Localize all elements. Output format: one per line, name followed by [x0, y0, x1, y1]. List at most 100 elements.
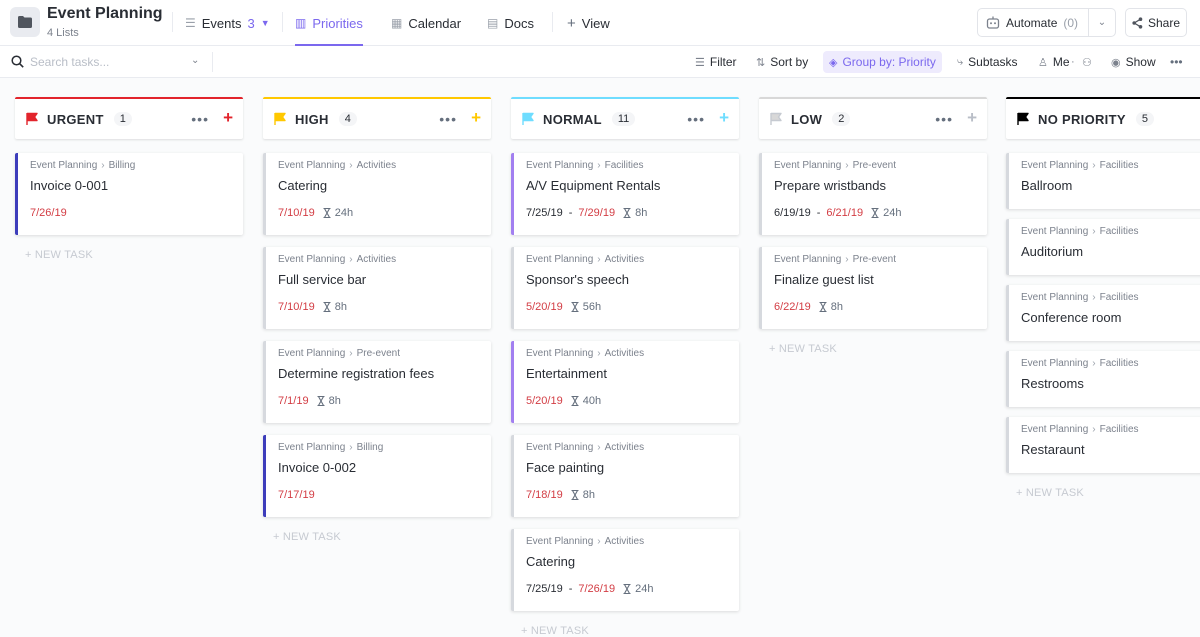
task-title[interactable]: Conference room	[1021, 310, 1121, 325]
chevron-right-icon: ›	[1092, 226, 1096, 237]
search-input[interactable]	[30, 53, 190, 71]
board-column-urgent: URGENT 1 ••• + Event Planning › Billing Invoice…	[15, 97, 243, 261]
task-start-date[interactable]: 7/25/19	[526, 207, 563, 219]
space-title[interactable]: Event Planning	[47, 5, 163, 23]
new-task-button[interactable]: + NEW TASK	[769, 343, 837, 355]
board-column-normal: NORMAL 11 ••• + Event Planning › Facilities A/V…	[511, 97, 739, 637]
subtasks-button[interactable]: ⤷ Subtasks	[957, 51, 1018, 73]
add-view-button[interactable]: + View	[567, 0, 610, 46]
new-task-button[interactable]: + NEW TASK	[25, 249, 93, 261]
task-title[interactable]: Ballroom	[1021, 178, 1072, 193]
more-options-icon[interactable]: •••	[687, 111, 705, 127]
task-title[interactable]: Face painting	[526, 460, 604, 475]
task-title[interactable]: Catering	[526, 554, 575, 569]
column-header: HIGH 4 ••• +	[263, 97, 491, 139]
add-task-icon[interactable]: +	[719, 108, 729, 128]
task-due-date[interactable]: 5/20/19	[526, 301, 563, 313]
new-task-button[interactable]: + NEW TASK	[1016, 487, 1084, 499]
task-card[interactable]: Event Planning › Facilities Auditorium	[1006, 219, 1200, 275]
task-start-date[interactable]: 6/19/19	[774, 207, 811, 219]
chevron-down-icon[interactable]: ▼	[261, 18, 270, 28]
task-list-name: Event Planning	[278, 160, 346, 171]
add-task-icon[interactable]: +	[967, 108, 977, 128]
task-list-name: Event Planning	[1021, 292, 1089, 303]
task-card[interactable]: Event Planning › Activities Catering 7/10/19…	[263, 153, 491, 235]
task-card[interactable]: Event Planning › Facilities Conference room	[1006, 285, 1200, 341]
filter-button[interactable]: ☰ Filter	[695, 51, 737, 73]
task-card[interactable]: Event Planning › Facilities Restrooms	[1006, 351, 1200, 407]
new-task-button[interactable]: + NEW TASK	[521, 625, 589, 637]
tab-events[interactable]: ☰ Events 3 ▼	[185, 0, 270, 46]
task-due-date[interactable]: 5/20/19	[526, 395, 563, 407]
more-options-icon[interactable]: •••	[439, 111, 457, 127]
task-card[interactable]: Event Planning › Activities Sponsor's speec…	[511, 247, 739, 329]
folder-icon[interactable]	[10, 7, 40, 37]
task-folder-name: Billing	[108, 160, 136, 171]
task-card[interactable]: Event Planning › Facilities A/V Equipment R…	[511, 153, 739, 235]
more-options-icon[interactable]: •••	[935, 111, 953, 127]
task-title[interactable]: Sponsor's speech	[526, 272, 629, 287]
task-title[interactable]: Auditorium	[1021, 244, 1083, 259]
task-meta: 5/20/19 40h	[526, 395, 601, 407]
task-breadcrumb: Event Planning › Pre-event	[774, 160, 896, 171]
more-options-button[interactable]: •••	[1170, 51, 1183, 73]
tab-calendar[interactable]: ▦ Calendar	[391, 0, 461, 46]
add-task-icon[interactable]: +	[223, 108, 233, 128]
task-card[interactable]: Event Planning › Pre-event Determine regist…	[263, 341, 491, 423]
task-due-date[interactable]: 6/22/19	[774, 301, 811, 313]
chevron-down-icon[interactable]: ⌄	[191, 55, 199, 66]
sort-button[interactable]: ⇅ Sort by	[756, 51, 808, 73]
task-title[interactable]: Invoice 0-002	[278, 460, 356, 475]
task-due-date[interactable]: 7/29/19	[578, 207, 615, 219]
task-title[interactable]: Prepare wristbands	[774, 178, 886, 193]
task-title[interactable]: Invoice 0-001	[30, 178, 108, 193]
task-card[interactable]: Event Planning › Facilities Restaraunt	[1006, 417, 1200, 473]
task-card[interactable]: Event Planning › Billing Invoice 0-002 7/17/…	[263, 435, 491, 517]
task-breadcrumb: Event Planning › Pre-event	[774, 254, 896, 265]
task-title[interactable]: Restaraunt	[1021, 442, 1085, 457]
more-options-icon[interactable]: •••	[191, 111, 209, 127]
board-icon: ▥	[295, 16, 307, 30]
group-by-button[interactable]: ◈ Group by: Priority	[823, 51, 942, 73]
task-list-name: Event Planning	[278, 254, 346, 265]
task-due-date[interactable]: 7/17/19	[278, 489, 315, 501]
task-title[interactable]: A/V Equipment Rentals	[526, 178, 660, 193]
task-due-date[interactable]: 7/18/19	[526, 489, 563, 501]
task-due-date[interactable]: 7/10/19	[278, 301, 315, 313]
task-card[interactable]: Event Planning › Activities Face painting 7/…	[511, 435, 739, 517]
chevron-right-icon: ›	[597, 160, 601, 171]
task-card[interactable]: Event Planning › Pre-event Prepare wristban…	[759, 153, 987, 235]
tab-docs[interactable]: ▤ Docs	[487, 0, 534, 46]
add-task-icon[interactable]: +	[471, 108, 481, 128]
me-filter-button[interactable]: ♙ Me	[1038, 51, 1070, 73]
automate-button[interactable]: Automate (0) ⌄	[977, 8, 1116, 37]
task-due-date[interactable]: 6/21/19	[826, 207, 863, 219]
task-due-date[interactable]: 7/1/19	[278, 395, 309, 407]
task-title[interactable]: Catering	[278, 178, 327, 193]
task-breadcrumb: Event Planning › Activities	[526, 536, 644, 547]
hourglass-icon	[871, 208, 879, 218]
tab-priorities[interactable]: ▥ Priorities	[295, 0, 363, 46]
task-title[interactable]: Determine registration fees	[278, 366, 434, 381]
task-card[interactable]: Event Planning › Activities Catering 7/25/19…	[511, 529, 739, 611]
task-title[interactable]: Restrooms	[1021, 376, 1084, 391]
share-button[interactable]: Share	[1125, 8, 1187, 37]
task-title[interactable]: Finalize guest list	[774, 272, 874, 287]
task-start-date[interactable]: 7/25/19	[526, 583, 563, 595]
task-card[interactable]: Event Planning › Activities Entertainment 5/…	[511, 341, 739, 423]
task-title[interactable]: Full service bar	[278, 272, 366, 287]
chevron-down-icon[interactable]: ⌄	[1089, 17, 1115, 28]
task-due-date[interactable]: 7/26/19	[30, 207, 67, 219]
show-button[interactable]: ◉ Show	[1111, 51, 1156, 73]
task-folder-name: Activities	[604, 536, 645, 547]
task-card[interactable]: Event Planning › Facilities Ballroom	[1006, 153, 1200, 209]
task-due-date[interactable]: 7/10/19	[278, 207, 315, 219]
task-card[interactable]: Event Planning › Pre-event Finalize guest l…	[759, 247, 987, 329]
task-due-date[interactable]: 7/26/19	[578, 583, 615, 595]
new-task-button[interactable]: + NEW TASK	[273, 531, 341, 543]
automate-count: (0)	[1063, 15, 1079, 30]
task-title[interactable]: Entertainment	[526, 366, 607, 381]
task-card[interactable]: Event Planning › Billing Invoice 0-001 7/26/…	[15, 153, 243, 235]
assignees-button[interactable]: ⚇	[1082, 51, 1092, 73]
task-card[interactable]: Event Planning › Activities Full service ba…	[263, 247, 491, 329]
